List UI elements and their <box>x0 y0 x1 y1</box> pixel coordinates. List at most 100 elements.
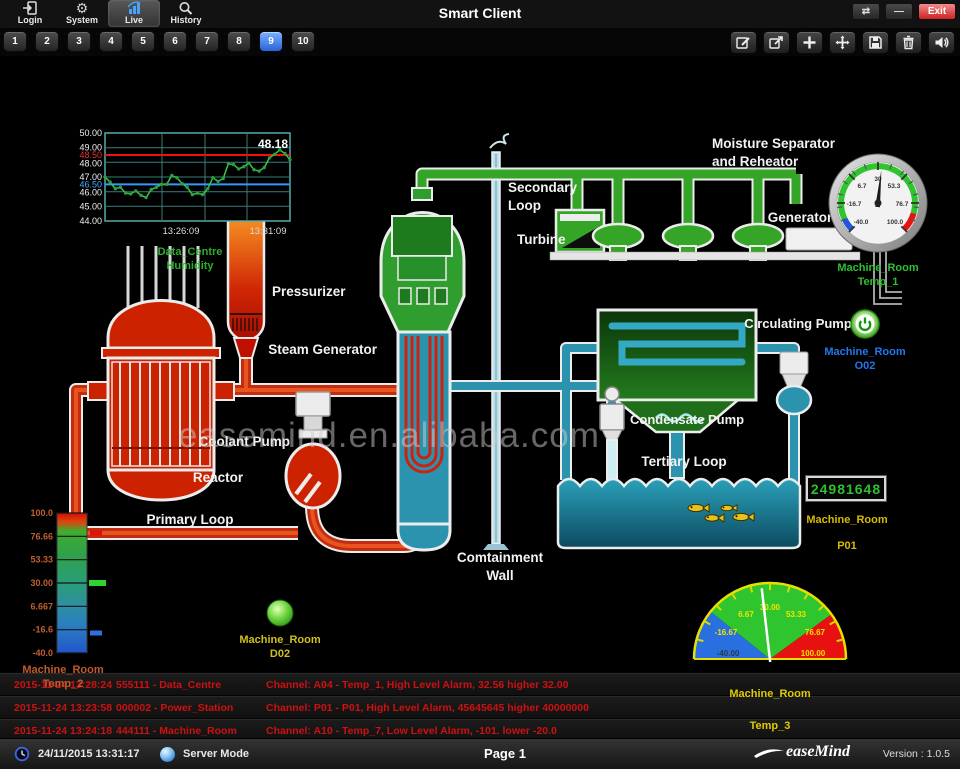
svg-text:50.00: 50.00 <box>79 128 102 138</box>
watermark-text: easemind.en.alibaba.com <box>178 416 758 456</box>
power-button-icon[interactable] <box>849 308 881 340</box>
page-button-3[interactable]: 3 <box>67 31 91 52</box>
svg-text:-16.7: -16.7 <box>847 201 862 208</box>
svg-text:-16.67: -16.67 <box>715 628 738 637</box>
pages-bar: 1 2 3 4 5 6 7 8 9 10 <box>0 28 960 56</box>
svg-text:46.00: 46.00 <box>79 188 102 198</box>
secondary-loop-pipes <box>422 174 796 230</box>
alarm-time: 2015-11-24 13:23:58 <box>14 702 116 714</box>
svg-text:6.67: 6.67 <box>738 610 754 619</box>
clock-icon <box>14 746 30 762</box>
label-secondary-loop-2: Loop <box>508 198 541 213</box>
svg-text:-40.0: -40.0 <box>32 648 53 658</box>
svg-text:53.3: 53.3 <box>888 183 901 190</box>
containment-wall <box>483 134 509 550</box>
page-button-4[interactable]: 4 <box>99 31 123 52</box>
svg-text:-40.00: -40.00 <box>717 649 740 658</box>
trend-title-line1: Data_Centre <box>60 245 320 259</box>
delete-icon[interactable] <box>895 31 922 54</box>
bar-label-line1: Machine_Room <box>0 663 130 677</box>
led-label-line1: Machine_Room <box>225 633 335 647</box>
title-bar: Login ⚙ System Live History Smart Client… <box>0 0 960 28</box>
mimic-canvas: Pressurizer Steam Generator Coolant Pump… <box>0 56 960 672</box>
trend-title-line2: Humidity <box>60 259 320 273</box>
exit-button[interactable]: Exit <box>918 3 956 20</box>
audio-icon[interactable] <box>928 31 955 54</box>
label-containment-1: Comtainment <box>457 550 544 565</box>
alarm-station: 444111 - Machine_Room <box>116 725 266 737</box>
label-pressurizer: Pressurizer <box>272 284 346 299</box>
svg-text:100.00: 100.00 <box>801 649 826 658</box>
svg-text:76.7: 76.7 <box>896 201 909 208</box>
gauge1-label-line1: Machine_Room <box>826 261 930 275</box>
svg-text:48.00: 48.00 <box>79 159 102 169</box>
label-generator: Generator <box>768 210 833 225</box>
cooling-basin <box>558 479 800 548</box>
svg-text:100.0: 100.0 <box>887 219 904 226</box>
trend-current-value: 48.18 <box>258 137 288 151</box>
brand-swoosh-icon <box>752 745 786 759</box>
label-steam-generator: Steam Generator <box>268 342 378 357</box>
svg-text:-16.6: -16.6 <box>32 625 53 635</box>
page-button-5[interactable]: 5 <box>131 31 155 52</box>
page-button-6[interactable]: 6 <box>163 31 187 52</box>
numeric-display-value: 24981648 <box>806 476 886 501</box>
svg-text:44.00: 44.00 <box>79 216 102 226</box>
led-machine-room-d02: Machine_Room D02 <box>225 598 335 661</box>
status-datetime: 24/11/2015 13:31:17 <box>38 748 140 760</box>
label-containment-2: Wall <box>486 568 513 583</box>
page-button-7[interactable]: 7 <box>195 31 219 52</box>
page-button-10[interactable]: 10 <box>291 31 315 52</box>
sync-icon[interactable]: ⇄ <box>852 3 880 20</box>
svg-text:-40.0: -40.0 <box>854 219 869 226</box>
brand-logo: easeMind <box>752 743 850 761</box>
alarm-message: Channel: A10 - Temp_7, Low Level Alarm, … <box>266 725 960 737</box>
circulating-pump <box>777 352 811 414</box>
svg-text:45.00: 45.00 <box>79 201 102 211</box>
minimize-icon[interactable]: — <box>885 3 913 20</box>
gauge-machine-room-temp1: -40.0 -16.7 6.7 30 53.3 76.7 100.0 Machi… <box>826 152 930 289</box>
x-tick-end: 13:31:09 <box>250 226 287 237</box>
add-icon[interactable] <box>796 31 823 54</box>
alarm-message: Channel: P01 - P01, High Level Alarm, 45… <box>266 702 960 714</box>
label-primary-loop: Primary Loop <box>146 512 233 527</box>
steam-generator <box>381 188 464 550</box>
edit-icon[interactable] <box>730 31 757 54</box>
semi-gauge-machine-room-temp3: -40.00 -16.67 6.67 30.00 53.33 76.67 100… <box>690 580 850 733</box>
display-label-line2: P01 <box>806 539 888 553</box>
server-mode-icon <box>160 747 175 762</box>
svg-text:53.33: 53.33 <box>786 610 807 619</box>
save-icon[interactable] <box>862 31 889 54</box>
svg-text:6.667: 6.667 <box>30 601 53 611</box>
export-icon[interactable] <box>763 31 790 54</box>
power-label-line1: Machine_Room <box>820 345 910 359</box>
svg-text:76.67: 76.67 <box>805 628 826 637</box>
page-indicator: Page 1 <box>460 746 550 761</box>
led-indicator-icon <box>265 598 295 628</box>
label-tertiary-loop: Tertiary Loop <box>641 454 726 469</box>
alarm-station: 555111 - Data_Centre <box>116 679 266 691</box>
page-button-9[interactable]: 9 <box>259 31 283 52</box>
trend-widget-humidity: 50.00 49.00 48.50 48.00 47.00 46.50 46.0… <box>60 128 360 273</box>
alarm-message: Channel: A04 - Temp_1, High Level Alarm,… <box>266 679 960 691</box>
power-label-line2: O02 <box>820 359 910 373</box>
display-label-line1: Machine_Room <box>806 513 888 527</box>
toolbar-actions <box>730 31 955 54</box>
label-moisture-1: Moisture Separator <box>712 136 836 151</box>
brand-name: easeMind <box>786 743 850 761</box>
high-alarm-marker <box>90 531 102 536</box>
label-secondary-loop-1: Secondary <box>508 180 578 195</box>
label-moisture-2: and Reheator <box>712 154 799 169</box>
svg-text:53.33: 53.33 <box>30 555 53 565</box>
low-alarm-marker <box>90 631 102 636</box>
page-button-1[interactable]: 1 <box>3 31 27 52</box>
window-controls: ⇄ — Exit <box>852 3 956 20</box>
page-button-2[interactable]: 2 <box>35 31 59 52</box>
page-button-8[interactable]: 8 <box>227 31 251 52</box>
svg-text:100.0: 100.0 <box>30 508 53 518</box>
semi-label-line1: Machine_Room <box>690 687 850 701</box>
move-icon[interactable] <box>829 31 856 54</box>
svg-text:76.66: 76.66 <box>30 531 53 541</box>
version-label: Version : 1.0.5 <box>883 748 950 760</box>
bar-gauge-machine-room-temp2: 100.0 76.66 53.33 30.00 6.667 -16.6 -40.… <box>12 506 130 691</box>
